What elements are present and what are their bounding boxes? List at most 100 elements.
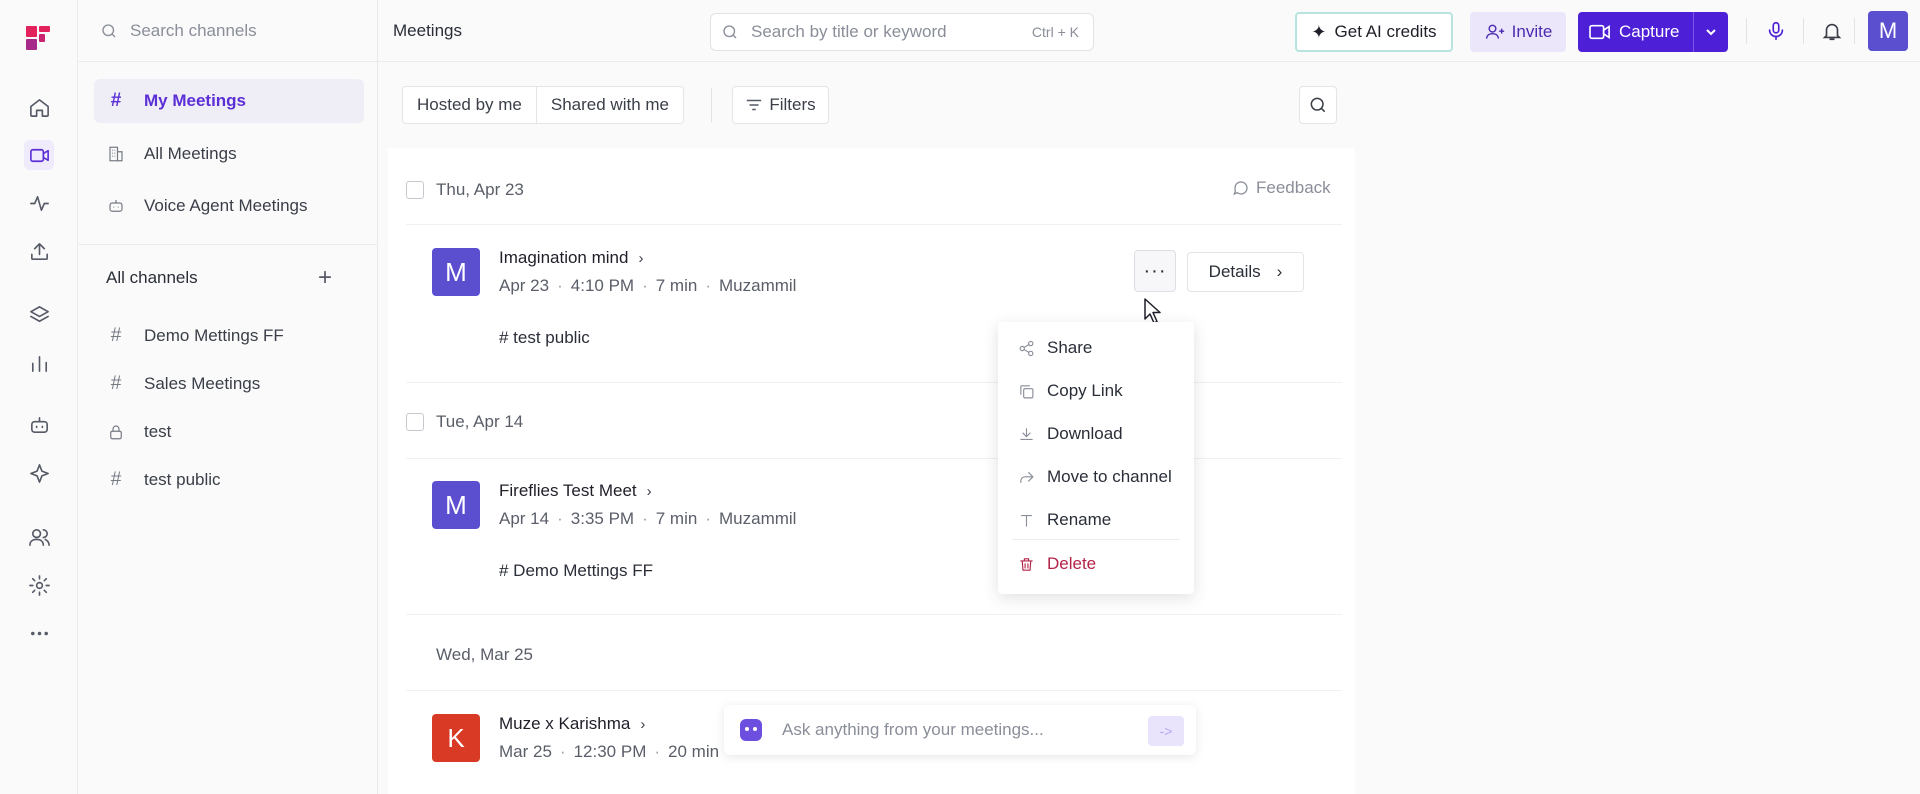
- details-button[interactable]: Details ›: [1187, 252, 1304, 292]
- layers-icon[interactable]: [24, 300, 54, 330]
- notifications-bell-icon[interactable]: [1818, 17, 1846, 45]
- icon-rail: [0, 0, 78, 794]
- separator-dot: ·: [559, 742, 566, 761]
- meeting-time: 3:35 PM: [570, 509, 635, 528]
- toolbar-separator: [1746, 18, 1747, 44]
- bot-icon: [106, 197, 126, 215]
- sparkle-icon: ✦: [1311, 21, 1327, 42]
- filters-button[interactable]: Filters: [732, 86, 829, 124]
- home-icon[interactable]: [24, 92, 54, 122]
- text-icon: [1020, 514, 1033, 527]
- get-ai-credits-button[interactable]: ✦ Get AI credits: [1295, 12, 1453, 52]
- hash-icon: #: [110, 90, 122, 111]
- add-channel-plus-icon[interactable]: +: [318, 264, 332, 292]
- date-group-label: Wed, Mar 25: [436, 645, 534, 664]
- meeting-duration: 7 min: [655, 276, 698, 295]
- meeting-title-link[interactable]: Imagination mind ›: [499, 248, 643, 268]
- meeting-duration: 20 min: [668, 742, 720, 761]
- capture-dropdown-toggle[interactable]: [1693, 12, 1728, 52]
- trash-icon: [1020, 557, 1033, 571]
- forward-arrow-icon: [1020, 471, 1034, 483]
- analytics-bar-icon[interactable]: [24, 348, 54, 378]
- chat-bubble-icon: [1233, 181, 1248, 196]
- copy-icon: [1020, 384, 1034, 398]
- menu-item-share[interactable]: Share: [998, 328, 1194, 368]
- search-shortcut-hint: Ctrl + K: [1031, 24, 1079, 40]
- tab-shared-with-me[interactable]: Shared with me: [536, 86, 685, 124]
- capture-main-button[interactable]: Capture: [1578, 12, 1693, 52]
- channel-item-label: test: [144, 422, 172, 441]
- list-search-button[interactable]: [1299, 86, 1337, 124]
- meeting-title-link[interactable]: Fireflies Test Meet ›: [499, 481, 652, 501]
- invite-button[interactable]: Invite: [1470, 12, 1566, 52]
- sidebar-item-label: All Meetings: [144, 144, 237, 163]
- select-all-checkbox[interactable]: [406, 413, 424, 431]
- video-camera-icon: [1589, 24, 1610, 40]
- meeting-channel-tag[interactable]: # test public: [499, 328, 590, 348]
- global-search-input[interactable]: Search by title or keyword Ctrl + K: [710, 13, 1094, 51]
- meeting-channel-tag[interactable]: # Demo Mettings FF: [499, 561, 653, 581]
- user-avatar[interactable]: M: [1868, 11, 1908, 51]
- meeting-date: Mar 25: [499, 742, 552, 761]
- ask-meetings-bar[interactable]: Ask anything from your meetings... ->: [724, 705, 1196, 755]
- date-group-label: Thu, Apr 23: [436, 180, 524, 199]
- channel-item-test[interactable]: test: [94, 410, 364, 454]
- ask-placeholder: Ask anything from your meetings...: [782, 720, 1044, 739]
- bot-icon[interactable]: [24, 410, 54, 440]
- filter-separator: [711, 88, 712, 122]
- menu-item-move-to-channel[interactable]: Move to channel: [998, 457, 1194, 497]
- meetings-video-icon[interactable]: [24, 140, 54, 170]
- menu-item-download[interactable]: Download: [998, 414, 1194, 454]
- channel-item-test-public[interactable]: # test public: [94, 458, 364, 502]
- settings-gear-icon[interactable]: [24, 570, 54, 600]
- date-group-header: Tue, Apr 14: [406, 410, 523, 434]
- user-plus-icon: [1485, 24, 1504, 39]
- date-group-header: Wed, Mar 25: [406, 643, 533, 667]
- get-ai-credits-label: Get AI credits: [1334, 22, 1437, 41]
- fireflies-logo-icon[interactable]: [24, 24, 52, 52]
- meeting-duration: 7 min: [655, 509, 698, 528]
- row-divider: [406, 690, 1342, 691]
- sidebar-item-all-meetings[interactable]: All Meetings: [94, 132, 364, 176]
- menu-item-rename[interactable]: Rename: [998, 500, 1194, 540]
- all-channels-heading: All channels: [106, 268, 198, 287]
- hash-icon: #: [110, 469, 122, 490]
- chevron-right-icon: ›: [640, 715, 646, 733]
- meeting-date: Apr 14: [499, 509, 550, 528]
- microphone-icon[interactable]: [1762, 17, 1790, 45]
- capture-button: Capture: [1578, 12, 1728, 52]
- meeting-date: Apr 23: [499, 276, 550, 295]
- toolbar-separator: [1803, 18, 1804, 44]
- search-icon: [1310, 97, 1326, 113]
- mouse-cursor-icon: [1144, 298, 1161, 324]
- separator-dot: ·: [642, 509, 648, 528]
- top-bar: Meetings Search by title or keyword Ctrl…: [378, 0, 1920, 62]
- more-options-button[interactable]: ···: [1134, 250, 1176, 292]
- meeting-title: Muze x Karishma: [499, 714, 631, 733]
- channels-sidebar: Search channels # My Meetings All Meetin…: [78, 0, 378, 794]
- more-dots-icon[interactable]: [24, 618, 54, 648]
- upload-icon[interactable]: [24, 236, 54, 266]
- channel-item-sales-meetings[interactable]: # Sales Meetings: [94, 362, 364, 406]
- sidebar-item-voice-agent-meetings[interactable]: Voice Agent Meetings: [94, 184, 364, 228]
- menu-item-copy-link[interactable]: Copy Link: [998, 371, 1194, 411]
- chevron-right-icon: ›: [638, 249, 644, 267]
- separator-dot: ·: [557, 509, 563, 528]
- feedback-button[interactable]: Feedback: [1232, 178, 1331, 198]
- meeting-meta: Apr 14 · 3:35 PM · 7 min · Muzammil: [499, 509, 796, 529]
- meeting-filter-tabs: Hosted by me Shared with me: [402, 86, 685, 124]
- sidebar-item-label: My Meetings: [144, 91, 247, 110]
- sparkle-icon[interactable]: [24, 458, 54, 488]
- channel-item-demo-mettings-ff[interactable]: # Demo Mettings FF: [94, 314, 364, 358]
- team-users-icon[interactable]: [24, 522, 54, 552]
- meeting-title-link[interactable]: Muze x Karishma ›: [499, 714, 645, 734]
- tab-hosted-by-me[interactable]: Hosted by me: [402, 86, 537, 124]
- menu-item-delete[interactable]: Delete: [998, 544, 1194, 584]
- meeting-context-menu: Share Copy Link Download Move to channel…: [998, 322, 1194, 594]
- send-button[interactable]: ->: [1148, 716, 1184, 746]
- sidebar-item-my-meetings[interactable]: # My Meetings: [94, 79, 364, 123]
- separator-dot: ·: [557, 276, 563, 295]
- select-all-checkbox[interactable]: [406, 181, 424, 199]
- channel-search-input[interactable]: Search channels: [78, 0, 378, 62]
- activity-icon[interactable]: [24, 188, 54, 218]
